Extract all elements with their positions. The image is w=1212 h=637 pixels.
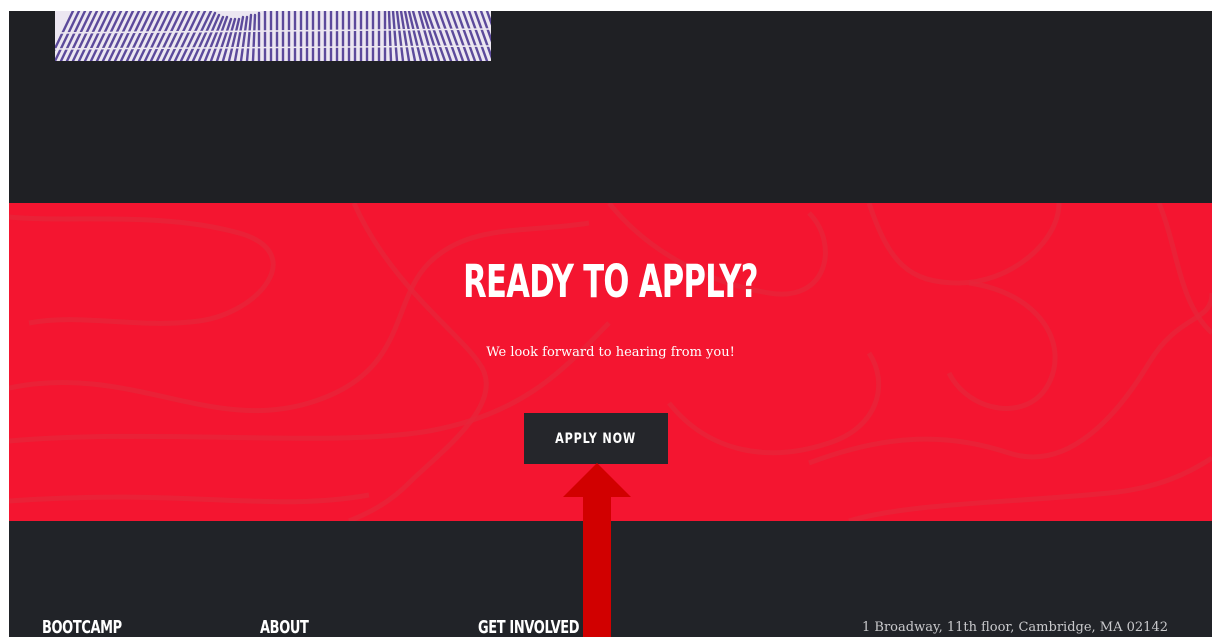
arrow-up-icon (563, 463, 631, 637)
pattern-image (55, 11, 491, 61)
apply-now-button-label: APPLY NOW (555, 430, 637, 447)
cta-title: READY TO APPLY? (463, 255, 758, 308)
apply-now-button[interactable]: APPLY NOW (524, 413, 668, 464)
footer-heading-about[interactable]: ABOUT (260, 617, 309, 637)
page: READY TO APPLY? We look forward to heari… (0, 0, 1212, 637)
footer-heading-bootcamp[interactable]: BOOTCAMP (42, 617, 122, 637)
cta-subtitle: We look forward to hearing from you! (486, 345, 735, 360)
footer-address: 1 Broadway, 11th floor, Cambridge, MA 02… (862, 620, 1168, 635)
